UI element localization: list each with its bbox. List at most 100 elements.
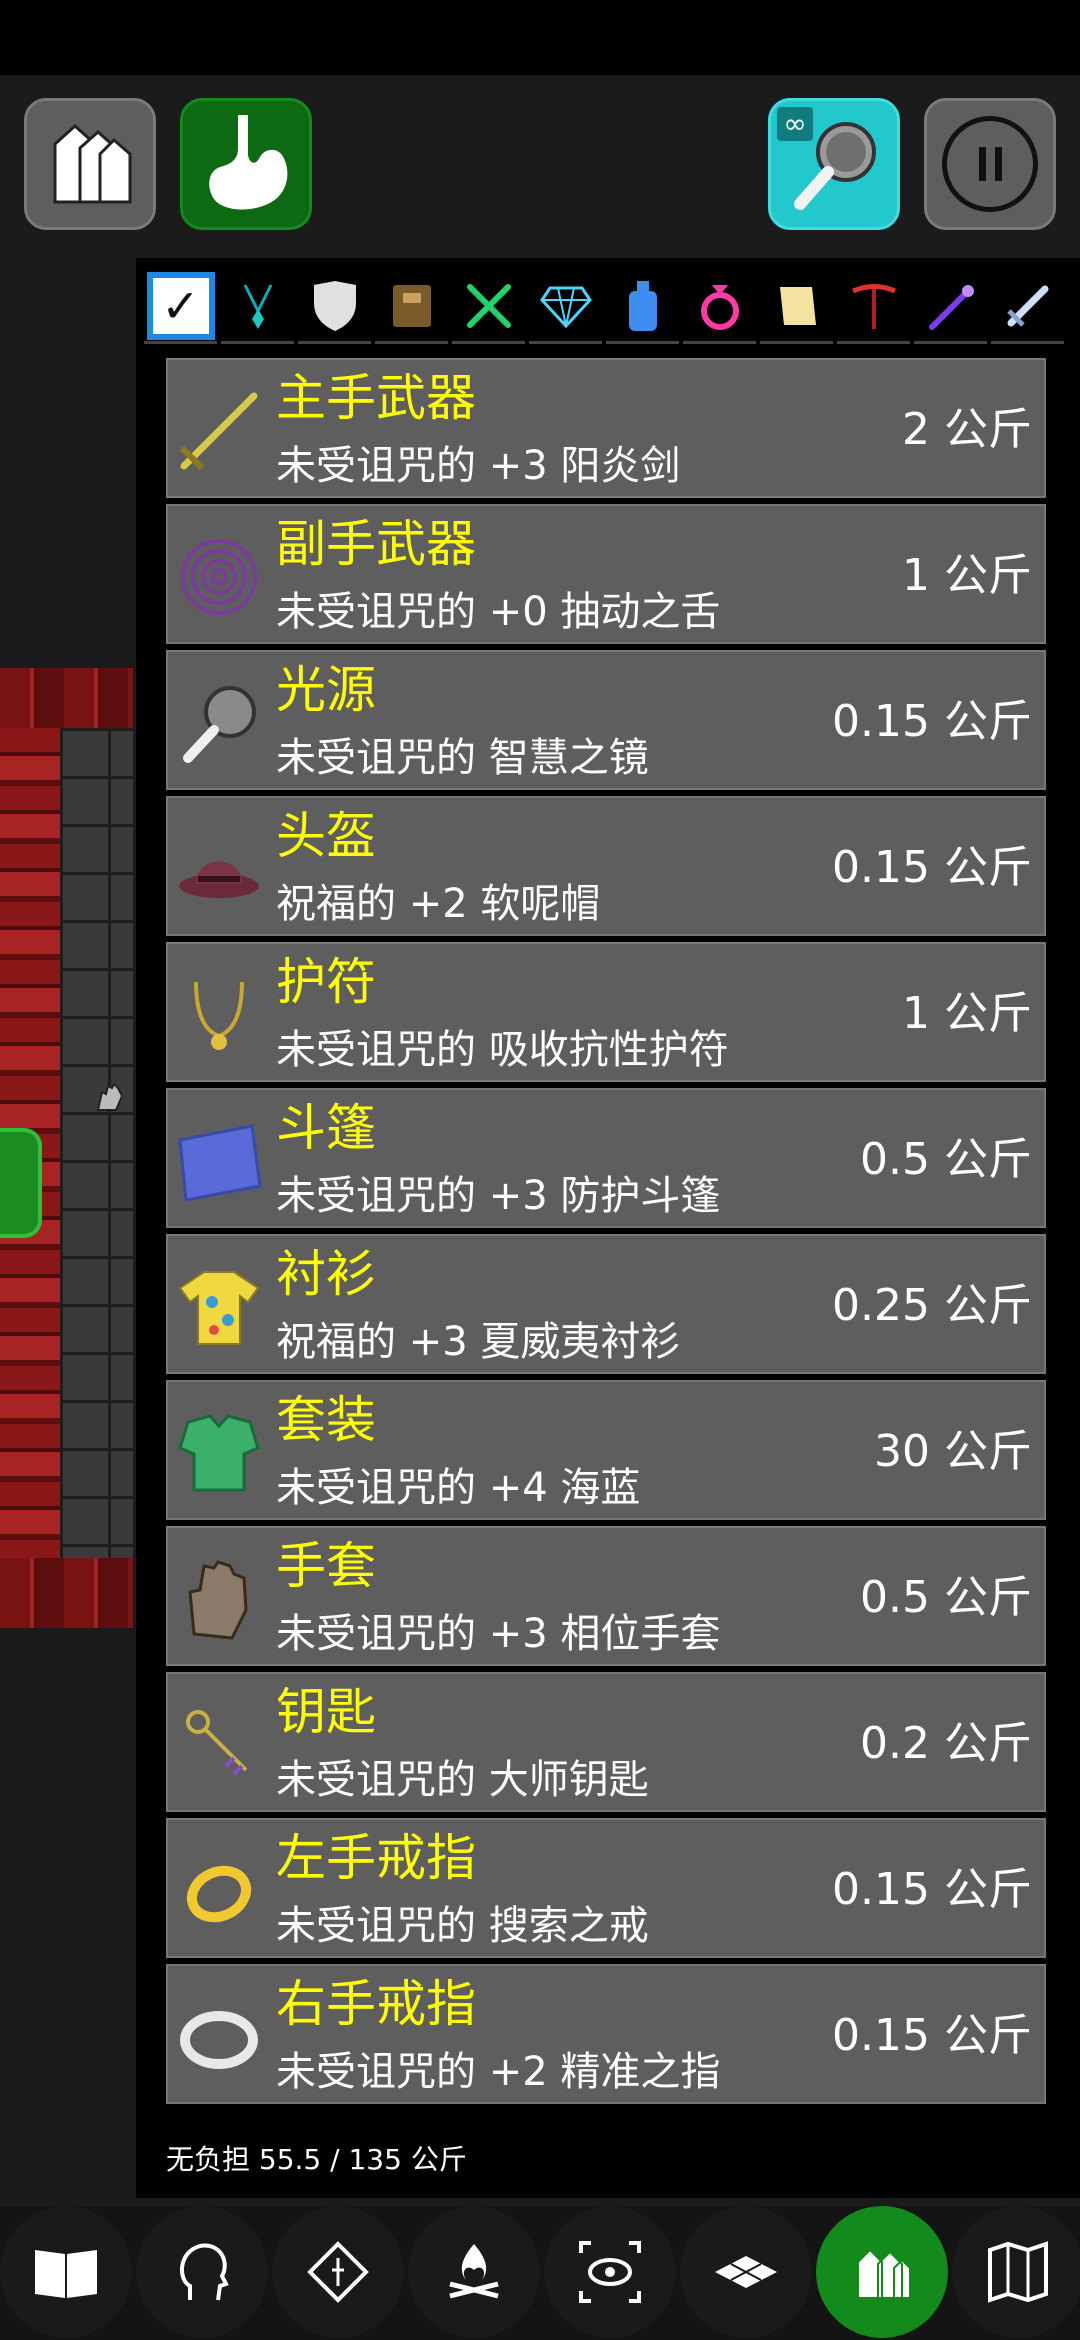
item-slot-label: 衬衫 xyxy=(276,1245,376,1303)
item-weight: 0.15 公斤 xyxy=(832,842,1032,893)
bottom-toolbar xyxy=(0,2206,1080,2340)
tool-icon xyxy=(851,283,896,329)
equipment-row-light-source[interactable]: 光源 未受诅咒的 智慧之镜 0.15 公斤 xyxy=(166,650,1046,790)
spellbook-menu-button[interactable] xyxy=(0,2206,132,2338)
floor-button[interactable] xyxy=(680,2206,812,2338)
glove-monster-icon xyxy=(96,1082,124,1111)
key-icon xyxy=(174,1700,264,1790)
amulet-icon xyxy=(243,283,272,329)
book-icon xyxy=(35,2250,97,2298)
pause-button[interactable] xyxy=(924,98,1056,230)
filter-tab-tools[interactable] xyxy=(837,270,910,344)
equipment-row-shirt[interactable]: 衬衫 祝福的 +3 夏威夷衬衫 0.25 公斤 xyxy=(166,1234,1046,1374)
item-slot-label: 套装 xyxy=(276,1391,376,1449)
filter-tab-amulets[interactable] xyxy=(221,270,294,344)
item-name: 祝福的 +2 软呢帽 xyxy=(276,881,601,927)
item-slot-label: 副手武器 xyxy=(276,515,476,573)
item-name: 未受诅咒的 +3 防护斗篷 xyxy=(276,1173,721,1219)
item-name: 未受诅咒的 +4 海蓝 xyxy=(276,1465,641,1511)
potion-icon xyxy=(628,280,657,331)
filter-tab-weapons[interactable] xyxy=(991,270,1064,344)
floor-icon xyxy=(715,2256,777,2288)
item-slot-label: 主手武器 xyxy=(276,369,476,427)
item-slot-label: 光源 xyxy=(276,661,376,719)
equipment-row-body-armor[interactable]: 套装 未受诅咒的 +4 海蓝 30 公斤 xyxy=(166,1380,1046,1520)
item-weight: 1 公斤 xyxy=(902,988,1032,1039)
filter-tab-wands[interactable] xyxy=(914,270,987,344)
item-slot-label: 左手戒指 xyxy=(276,1829,476,1887)
look-icon xyxy=(579,2241,641,2303)
equipment-row-left-ring[interactable]: 左手戒指 未受诅咒的 搜索之戒 0.15 公斤 xyxy=(166,1818,1046,1958)
inventory-tab-button[interactable] xyxy=(816,2206,948,2338)
inventory-bags-icon xyxy=(53,123,132,204)
map-icon xyxy=(988,2241,1048,2303)
filter-tab-scrolls[interactable] xyxy=(760,270,833,344)
mirror-icon xyxy=(174,678,264,768)
equipment-row-main-hand[interactable]: 主手武器 未受诅咒的 +3 阳炎剑 2 公斤 xyxy=(166,358,1046,498)
item-name: 未受诅咒的 搜索之戒 xyxy=(276,1903,649,1949)
item-name: 未受诅咒的 +3 相位手套 xyxy=(276,1611,721,1657)
cloak-icon xyxy=(174,1116,264,1206)
filter-tab-food[interactable] xyxy=(452,270,525,344)
equipment-row-key[interactable]: 钥匙 未受诅咒的 大师钥匙 0.2 公斤 xyxy=(166,1672,1046,1812)
armor-icon xyxy=(174,1408,264,1498)
map-door[interactable] xyxy=(0,1128,42,1238)
wand-icon xyxy=(928,284,974,330)
item-name: 未受诅咒的 +3 阳炎剑 xyxy=(276,443,681,489)
filter-tab-rings[interactable] xyxy=(683,270,756,344)
food-icon xyxy=(466,283,511,328)
shirt-icon xyxy=(174,1262,264,1352)
gloves-icon xyxy=(174,1554,264,1644)
item-weight: 1 公斤 xyxy=(902,550,1032,601)
inventory-button[interactable] xyxy=(24,98,156,230)
equipment-row-gloves[interactable]: 手套 未受诅咒的 +3 相位手套 0.5 公斤 xyxy=(166,1526,1046,1666)
fedora-icon xyxy=(174,824,264,914)
item-slot-label: 头盔 xyxy=(276,807,376,865)
map-wall xyxy=(0,1558,133,1628)
equipment-row-right-ring[interactable]: 右手戒指 未受诅咒的 +2 精准之指 0.15 公斤 xyxy=(166,1964,1046,2104)
item-weight: 0.25 公斤 xyxy=(832,1280,1032,1331)
sword-icon xyxy=(174,386,264,476)
item-name: 未受诅咒的 吸收抗性护符 xyxy=(276,1027,729,1073)
pray-icon xyxy=(307,2241,369,2303)
hunger-status-button[interactable] xyxy=(180,98,312,230)
item-weight: 30 公斤 xyxy=(874,1426,1032,1477)
filter-tab-gems[interactable] xyxy=(529,270,602,344)
ring-icon xyxy=(700,284,739,330)
equipment-row-off-hand[interactable]: 副手武器 未受诅咒的 +0 抽动之舌 1 公斤 xyxy=(166,504,1046,644)
item-weight: 0.5 公斤 xyxy=(860,1572,1032,1623)
item-weight: 2 公斤 xyxy=(902,404,1032,455)
checkbox-all-icon: ✓ xyxy=(146,271,215,340)
weapon-icon xyxy=(1006,285,1048,327)
map-button[interactable] xyxy=(952,2206,1080,2338)
equipment-row-cloak[interactable]: 斗篷 未受诅咒的 +3 防护斗篷 0.5 公斤 xyxy=(166,1088,1046,1228)
filter-tab-all[interactable]: ✓ xyxy=(144,270,217,344)
light-source-button[interactable]: ∞ xyxy=(768,98,900,230)
map-floor xyxy=(60,728,133,1558)
filter-bar: ✓ xyxy=(144,270,1064,344)
head-icon xyxy=(179,2243,229,2301)
equipment-row-amulet[interactable]: 护符 未受诅咒的 吸收抗性护符 1 公斤 xyxy=(166,942,1046,1082)
item-slot-label: 手套 xyxy=(276,1537,376,1595)
filter-tab-spellbooks[interactable] xyxy=(375,270,448,344)
infinite-badge: ∞ xyxy=(777,107,813,141)
filter-tab-potions[interactable] xyxy=(606,270,679,344)
equipment-row-helmet[interactable]: 头盔 祝福的 +2 软呢帽 0.15 公斤 xyxy=(166,796,1046,936)
amulet-icon xyxy=(174,970,264,1060)
weight-summary: 无负担 55.5 / 135 公斤 xyxy=(166,2143,467,2176)
inventory-bags-icon xyxy=(857,2248,911,2299)
gold-ring-icon xyxy=(174,1846,264,1936)
equipment-panel: ✓ 主手武器 未受诅咒的 +3 阳炎剑 2 公斤 副手武器 未受诅咒的 +0 抽… xyxy=(136,258,1080,2198)
character-button[interactable] xyxy=(136,2206,268,2338)
item-slot-label: 护符 xyxy=(276,953,376,1011)
look-button[interactable] xyxy=(544,2206,676,2338)
filter-tab-armor[interactable] xyxy=(298,270,371,344)
scroll-icon xyxy=(779,286,816,325)
whip-icon xyxy=(174,532,264,622)
item-weight: 0.15 公斤 xyxy=(832,2010,1032,2061)
pray-button[interactable] xyxy=(272,2206,404,2338)
rest-button[interactable] xyxy=(408,2206,540,2338)
item-name: 祝福的 +3 夏威夷衬衫 xyxy=(276,1319,681,1365)
item-weight: 0.15 公斤 xyxy=(832,696,1032,747)
campfire-icon xyxy=(449,2244,499,2299)
